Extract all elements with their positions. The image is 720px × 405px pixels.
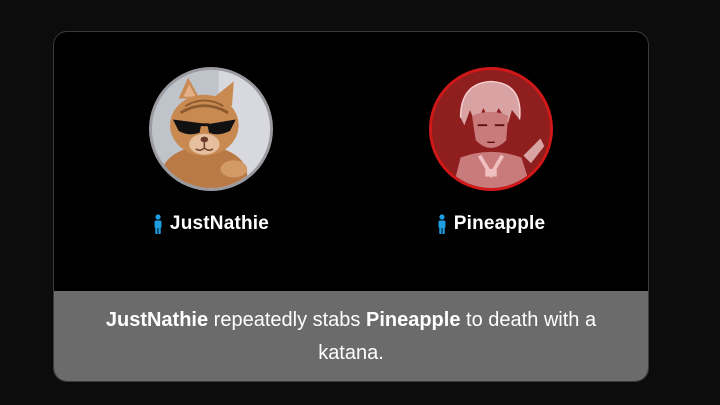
- event-actor: JustNathie: [105, 309, 209, 331]
- cat-with-sunglasses-picture: [152, 70, 270, 188]
- name-row-pineapple: Pineapple: [437, 213, 546, 235]
- tribute-name: JustNathie: [169, 213, 270, 234]
- tribute-justnathie: JustNathie: [111, 67, 311, 235]
- name-row-justnathie: JustNathie: [153, 213, 269, 235]
- tribute-pineapple: Pineapple: [391, 67, 591, 235]
- event-target: Pineapple: [365, 309, 461, 331]
- event-middle-text: repeatedly stabs: [208, 309, 366, 331]
- avatar-pineapple: [429, 67, 553, 191]
- avatar-justnathie: [149, 67, 273, 191]
- person-icon: [438, 214, 446, 234]
- anime-character-picture: [432, 70, 550, 188]
- person-icon: [154, 214, 162, 234]
- event-description: JustNathie repeatedly stabs Pineapple to…: [54, 291, 648, 381]
- tribute-name: Pineapple: [453, 213, 546, 234]
- event-card: JustNathie Pineapple JustNathie repeated…: [53, 31, 649, 382]
